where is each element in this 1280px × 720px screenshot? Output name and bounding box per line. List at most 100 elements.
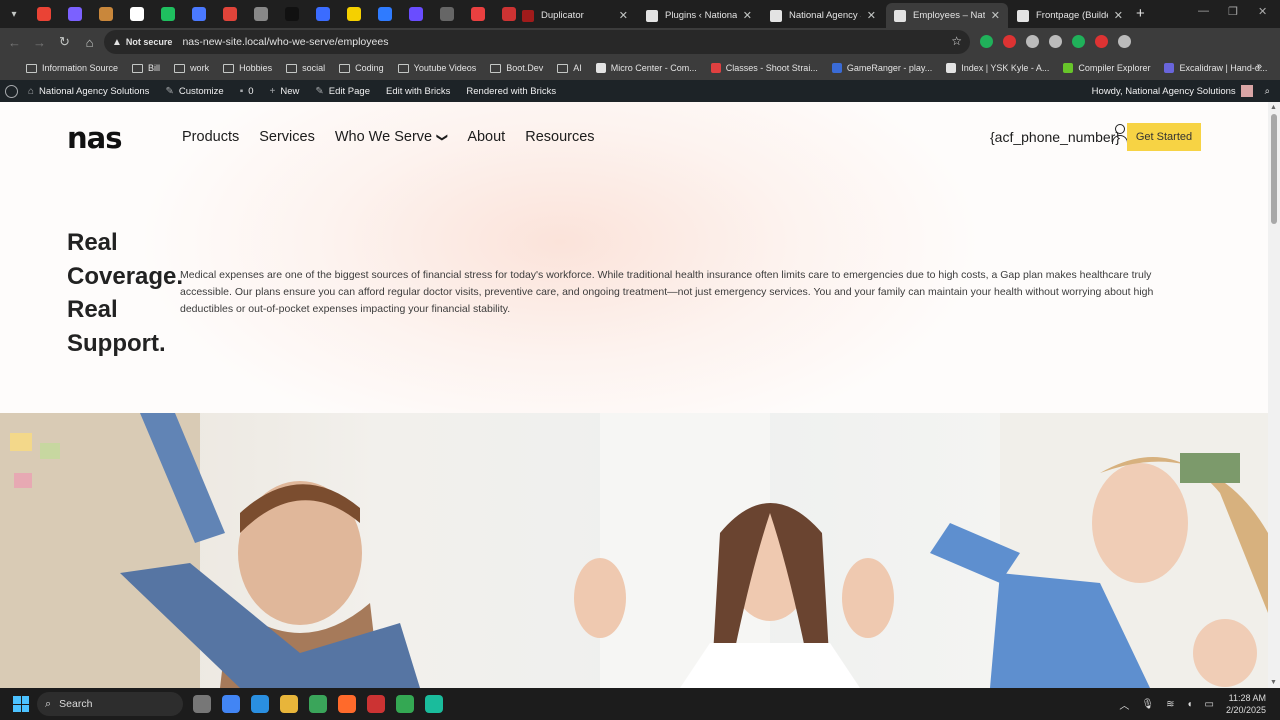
get-started-button[interactable]: Get Started xyxy=(1127,123,1201,151)
microphone-icon[interactable]: 🎙 xyxy=(1141,699,1154,710)
taskbar-app-icon[interactable] xyxy=(338,695,356,713)
wordpress-logo-icon[interactable] xyxy=(5,84,18,98)
address-bar[interactable]: ▲ Not secure nas-new-site.local/who-we-s… xyxy=(104,30,970,54)
bookmark-link[interactable]: GameRanger - play... xyxy=(831,63,932,73)
extension-icon[interactable] xyxy=(1118,35,1131,48)
admin-customize[interactable]: ✎ Customize xyxy=(165,86,223,97)
pinned-tab-icon[interactable] xyxy=(431,0,462,28)
pinned-tab-icon[interactable] xyxy=(90,0,121,28)
new-tab-button[interactable]: + xyxy=(1136,5,1145,22)
bookmark-link[interactable]: Index | YSK Kyle - A... xyxy=(946,63,1049,73)
taskbar-app-icon[interactable] xyxy=(367,695,385,713)
extension-icon[interactable] xyxy=(1003,35,1016,48)
browser-tab[interactable]: Duplicator ✕ xyxy=(514,3,636,28)
minimize-icon[interactable]: — xyxy=(1198,5,1209,17)
pinned-tab-icon[interactable] xyxy=(462,0,493,28)
bookmark-star-icon[interactable]: ☆ xyxy=(951,34,962,48)
nav-products[interactable]: Products xyxy=(182,129,239,145)
close-tab-icon[interactable]: ✕ xyxy=(1114,9,1123,22)
bookmark-link[interactable]: Compiler Explorer xyxy=(1063,63,1150,73)
admin-comments[interactable]: ▪ 0 xyxy=(240,86,254,97)
extension-icon[interactable] xyxy=(1095,35,1108,48)
bookmark-link[interactable]: Classes - Shoot Strai... xyxy=(710,63,818,73)
taskbar-app-icon[interactable] xyxy=(251,695,269,713)
admin-rendered-bricks[interactable]: Rendered with Bricks xyxy=(466,86,556,97)
scroll-down-icon[interactable]: ▼ xyxy=(1270,679,1277,686)
bookmark-link[interactable]: Micro Center - Com... xyxy=(595,63,697,73)
nav-services[interactable]: Services xyxy=(259,129,315,145)
back-icon[interactable]: ← xyxy=(2,35,27,50)
bookmark-link[interactable]: Excalidraw | Hand-d... xyxy=(1164,63,1267,73)
extension-icon[interactable] xyxy=(1049,35,1062,48)
security-chip[interactable]: ▲ Not secure xyxy=(112,37,172,48)
windows-start-icon[interactable] xyxy=(13,696,29,712)
chevron-down-icon[interactable]: ❯ xyxy=(436,132,449,141)
site-logo[interactable]: nas xyxy=(67,121,122,155)
restore-icon[interactable]: ❐ xyxy=(1228,5,1238,18)
taskbar-app-icon[interactable] xyxy=(280,695,298,713)
avatar[interactable] xyxy=(1240,85,1253,97)
bookmark-folder[interactable]: social xyxy=(286,63,325,73)
more-bookmarks-icon[interactable]: » xyxy=(1256,61,1262,72)
home-icon[interactable]: ⌂ xyxy=(77,35,102,50)
admin-edit-page[interactable]: ✎ Edit Page xyxy=(315,86,370,97)
pinned-tab-icon[interactable] xyxy=(214,0,245,28)
pinned-tab-icon[interactable] xyxy=(307,0,338,28)
taskbar-app-icon[interactable] xyxy=(396,695,414,713)
close-tab-icon[interactable]: ✕ xyxy=(991,9,1000,22)
admin-site-name[interactable]: ⌂ National Agency Solutions xyxy=(28,86,149,97)
nav-about[interactable]: About xyxy=(467,129,505,145)
pinned-tab-icon[interactable] xyxy=(28,0,59,28)
pinned-tab-icon[interactable] xyxy=(276,0,307,28)
taskbar-app-icon[interactable] xyxy=(222,695,240,713)
browser-tab[interactable]: National Agency Solu✕ xyxy=(762,3,884,28)
scrollbar-thumb[interactable] xyxy=(1271,114,1277,224)
bookmark-folder[interactable]: Boot.Dev xyxy=(490,63,543,73)
clock[interactable]: 11:28 AM 2/20/2025 xyxy=(1226,692,1266,716)
reload-icon[interactable]: ↻ xyxy=(52,34,77,50)
browser-tab[interactable]: Frontpage (Builder)✕ xyxy=(1009,3,1131,28)
pinned-tab-icon[interactable] xyxy=(121,0,152,28)
battery-icon[interactable]: ▭ xyxy=(1205,699,1214,710)
taskbar-app-icon[interactable] xyxy=(309,695,327,713)
volume-icon[interactable]: ◖ xyxy=(1186,699,1192,710)
pinned-tab-icon[interactable] xyxy=(183,0,214,28)
taskbar-app-icon[interactable] xyxy=(425,695,443,713)
tab-search-icon[interactable]: ▾ xyxy=(0,0,28,28)
forward-icon[interactable]: → xyxy=(27,35,52,50)
browser-tab[interactable]: Plugins ‹ National Ag✕ xyxy=(638,3,760,28)
bookmark-folder[interactable]: Information Source xyxy=(26,63,118,73)
scroll-up-icon[interactable]: ▲ xyxy=(1270,104,1277,111)
bookmark-folder[interactable]: AI xyxy=(557,63,582,73)
nav-who-we-serve[interactable]: Who We Serve ❯ xyxy=(335,129,449,145)
bookmark-folder[interactable]: Youtube Videos xyxy=(397,63,476,73)
pinned-tab-icon[interactable] xyxy=(152,0,183,28)
bookmark-folder[interactable]: Hobbies xyxy=(223,63,272,73)
taskbar-search[interactable]: ⌕ Search xyxy=(37,692,183,716)
nav-resources[interactable]: Resources xyxy=(525,129,594,145)
user-account-icon[interactable] xyxy=(1112,124,1128,144)
extension-icon[interactable] xyxy=(980,35,993,48)
close-tab-icon[interactable]: ✕ xyxy=(867,9,876,22)
pinned-tab-icon[interactable] xyxy=(369,0,400,28)
url-text[interactable]: nas-new-site.local/who-we-serve/employee… xyxy=(182,36,388,48)
page-scrollbar[interactable]: ▲ ▼ xyxy=(1268,102,1280,688)
close-window-icon[interactable]: ✕ xyxy=(1258,5,1267,18)
apps-grid-icon[interactable] xyxy=(8,63,10,74)
extension-icon[interactable] xyxy=(1026,35,1039,48)
pinned-tab-icon[interactable] xyxy=(400,0,431,28)
wifi-icon[interactable]: ≋ xyxy=(1166,699,1174,710)
extension-icon[interactable] xyxy=(1072,35,1085,48)
tab-active[interactable]: Employees – Nationa✕ xyxy=(886,3,1008,28)
pinned-tab-icon[interactable] xyxy=(245,0,276,28)
chevron-up-icon[interactable]: ︿ xyxy=(1119,697,1129,712)
admin-edit-bricks[interactable]: Edit with Bricks xyxy=(386,86,450,97)
taskbar-app-icon[interactable] xyxy=(193,695,211,713)
close-tab-icon[interactable]: ✕ xyxy=(619,9,628,22)
bookmark-folder[interactable]: Coding xyxy=(339,63,384,73)
bookmark-folder[interactable]: Bill xyxy=(132,63,160,73)
bookmark-folder[interactable]: work xyxy=(174,63,209,73)
pinned-tab-icon[interactable] xyxy=(338,0,369,28)
pinned-tab-icon[interactable] xyxy=(59,0,90,28)
admin-new[interactable]: + New xyxy=(270,86,300,97)
